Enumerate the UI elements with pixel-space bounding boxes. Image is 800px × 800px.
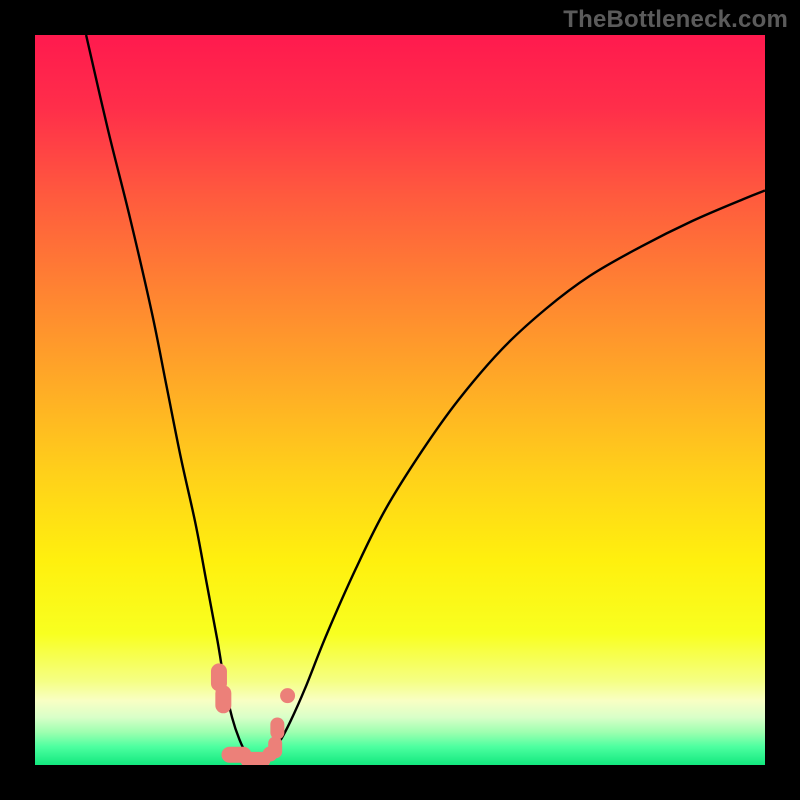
- plot-area: [35, 35, 765, 765]
- heat-background: [35, 35, 765, 765]
- watermark-text: TheBottleneck.com: [563, 6, 788, 34]
- data-marker: [215, 685, 231, 713]
- data-marker: [270, 718, 284, 740]
- data-marker: [268, 736, 282, 758]
- chart-frame: TheBottleneck.com: [0, 0, 800, 800]
- data-marker: [280, 688, 295, 703]
- bottleneck-chart: [35, 35, 765, 765]
